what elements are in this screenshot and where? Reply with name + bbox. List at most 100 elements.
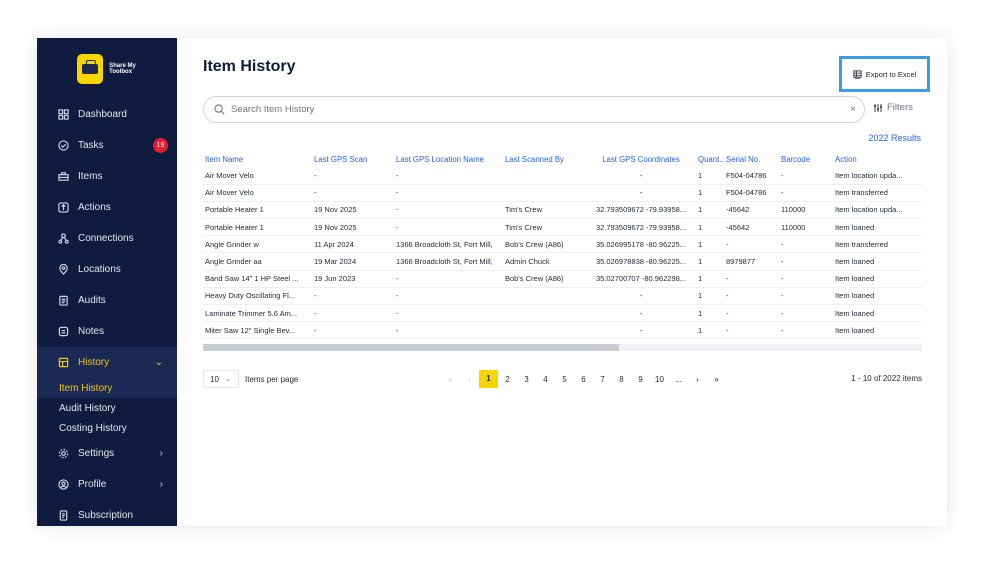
horizontal-scrollbar[interactable]	[203, 344, 922, 351]
table-row[interactable]: Air Mover Velo - - -1 F504-04786- Item locati…	[203, 167, 922, 185]
actions-icon	[57, 202, 69, 214]
cell-last-scanned-by: Admin Chuck	[503, 252, 586, 271]
cell-action: Item loaned	[833, 218, 922, 237]
cell-last-gps-coordinates: 35.026978838 -80.96225...	[586, 252, 696, 271]
column-header-last-scanned-by[interactable]: Last Scanned By	[503, 151, 586, 167]
cell-last-gps-scan: -	[312, 304, 394, 323]
cell-barcode: -	[779, 287, 833, 306]
cell-barcode: -	[779, 270, 833, 288]
column-header-action[interactable]: Action	[833, 151, 922, 167]
filters-button[interactable]: Filters	[873, 102, 913, 113]
cell-serial-no: -	[724, 287, 779, 306]
sidebar-item-notes[interactable]: Notes	[37, 316, 177, 347]
sidebar-item-locations[interactable]: Locations	[37, 254, 177, 285]
last-page-icon[interactable]: »	[707, 375, 726, 384]
cell-quantity: 1	[696, 167, 724, 185]
filters-label: Filters	[887, 102, 913, 113]
page-button-5[interactable]: 5	[555, 375, 574, 384]
sidebar-item-connections[interactable]: Connections	[37, 223, 177, 254]
cell-last-gps-scan: 19 Nov 2025	[312, 218, 394, 237]
page-button-8[interactable]: 8	[612, 375, 631, 384]
sliders-icon	[874, 103, 882, 112]
clear-search-icon[interactable]: ×	[850, 104, 856, 115]
search-input[interactable]	[231, 104, 731, 115]
table-row[interactable]: Air Mover Velo - - -1 F504-04786- Item transf…	[203, 184, 922, 202]
sidebar-item-tasks[interactable]: Tasks 19	[37, 130, 177, 161]
sidebar-item-profile[interactable]: Profile ›	[37, 469, 177, 500]
page-button-4[interactable]: 4	[536, 375, 555, 384]
cell-barcode: -	[779, 321, 833, 340]
next-page-icon[interactable]: ›	[688, 375, 707, 384]
sidebar-item-label: Audits	[78, 295, 106, 306]
table-row[interactable]: Angle Grinder w 11 Apr 2024 1366 Broadclot…	[203, 235, 922, 254]
sidebar-subitem-costing-history[interactable]: Costing History	[37, 418, 177, 438]
column-header-barcode[interactable]: Barcode	[779, 151, 833, 167]
cell-action: Item transferred	[833, 184, 922, 202]
results-count: 2022 Results	[868, 133, 921, 143]
cell-last-gps-location: -	[394, 321, 503, 340]
table-row[interactable]: Miter Saw 12" Single Bev... - - -1- - Item lo…	[203, 321, 922, 340]
cell-last-gps-location: -	[394, 287, 503, 306]
table-row[interactable]: Portable Heater 1 19 Nov 2025- Tim's Crew 3…	[203, 201, 922, 220]
sidebar-subitem-item-history[interactable]: Item History	[37, 378, 177, 398]
sidebar-item-subscription[interactable]: Subscription	[37, 500, 177, 526]
cell-last-gps-location: -	[394, 184, 503, 202]
table-row[interactable]: Portable Heater 1 19 Nov 2025- Tim's Crew 3…	[203, 218, 922, 237]
cell-last-gps-coordinates: -	[586, 287, 696, 306]
sidebar-item-label: Profile	[78, 479, 107, 490]
user-icon	[57, 479, 69, 491]
table-row[interactable]: Band Saw 14" 1 HP Steel ... 19 Jun 2023- B…	[203, 270, 922, 288]
cell-serial-no: -	[724, 235, 779, 254]
sidebar-item-items[interactable]: Items	[37, 161, 177, 192]
column-header-serial-no[interactable]: Serial No.	[724, 151, 779, 167]
sidebar-item-label: Notes	[78, 326, 105, 337]
cell-last-scanned-by	[503, 184, 586, 202]
column-header-item-name[interactable]: Item Name	[203, 151, 312, 167]
cell-serial-no: -	[724, 270, 779, 288]
history-icon	[57, 357, 69, 369]
table-row[interactable]: Heavy Duty Oscillating Fl... - - -1- - Item l…	[203, 287, 922, 306]
cell-serial-no: 8979877	[724, 252, 779, 271]
page-button-1[interactable]: 1	[479, 370, 498, 388]
column-header-last-gps-coordinates[interactable]: Last GPS Coordinates	[586, 151, 696, 167]
page-button-2[interactable]: 2	[498, 375, 517, 384]
page-ellipsis[interactable]: ...	[669, 375, 688, 384]
page-button-7[interactable]: 7	[593, 375, 612, 384]
brand-logo[interactable]: Share My Toolbox	[77, 52, 139, 86]
cell-quantity: 1	[696, 270, 724, 288]
cell-barcode: 110000	[779, 218, 833, 237]
prev-page-icon[interactable]: ‹	[460, 375, 479, 384]
page-size-select[interactable]: 10 ⌄	[203, 370, 239, 388]
first-page-icon[interactable]: «	[441, 375, 460, 384]
sidebar-item-actions[interactable]: Actions	[37, 192, 177, 223]
column-header-last-gps-scan[interactable]: Last GPS Scan	[312, 151, 394, 167]
page-title: Item History	[203, 58, 296, 75]
table-row[interactable]: Laminate Trimmer 5.6 Am... - - -1- - Item loa…	[203, 304, 922, 323]
page-button-10[interactable]: 10	[650, 375, 669, 384]
cell-item-name: Portable Heater 1	[203, 201, 312, 220]
cell-serial-no: -	[724, 321, 779, 340]
export-to-excel-button[interactable]: Export to Excel	[839, 56, 930, 92]
cell-last-gps-location: -	[394, 201, 503, 220]
column-header-last-gps-location[interactable]: Last GPS Location Name	[394, 151, 503, 167]
sidebar-item-history[interactable]: History ⌄	[37, 347, 177, 378]
page-button-9[interactable]: 9	[631, 375, 650, 384]
grid-icon	[57, 109, 69, 121]
page-button-3[interactable]: 3	[517, 375, 536, 384]
sidebar-item-dashboard[interactable]: Dashboard	[37, 99, 177, 130]
table-body: Air Mover Velo - - -1 F504-04786- Item locati…	[203, 167, 922, 340]
page-button-6[interactable]: 6	[574, 375, 593, 384]
cell-last-gps-coordinates: -	[586, 321, 696, 340]
tasks-count-badge: 19	[153, 138, 168, 153]
sidebar-item-settings[interactable]: Settings ›	[37, 438, 177, 469]
main-content: Item History Export to Excel × Filters 2…	[177, 38, 947, 526]
column-header-quantity[interactable]: Quant...	[696, 151, 724, 167]
sidebar-item-label: Tasks	[78, 140, 104, 151]
sidebar-subitem-audit-history[interactable]: Audit History	[37, 398, 177, 418]
cell-last-gps-coordinates: -	[586, 304, 696, 323]
gear-icon	[57, 448, 69, 460]
sidebar-item-audits[interactable]: Audits	[37, 285, 177, 316]
table-row[interactable]: Angle Grinder aa 19 Mar 2024 1366 Broadclo…	[203, 252, 922, 271]
scrollbar-thumb[interactable]	[203, 344, 619, 351]
sidebar-item-label: Connections	[78, 233, 134, 244]
